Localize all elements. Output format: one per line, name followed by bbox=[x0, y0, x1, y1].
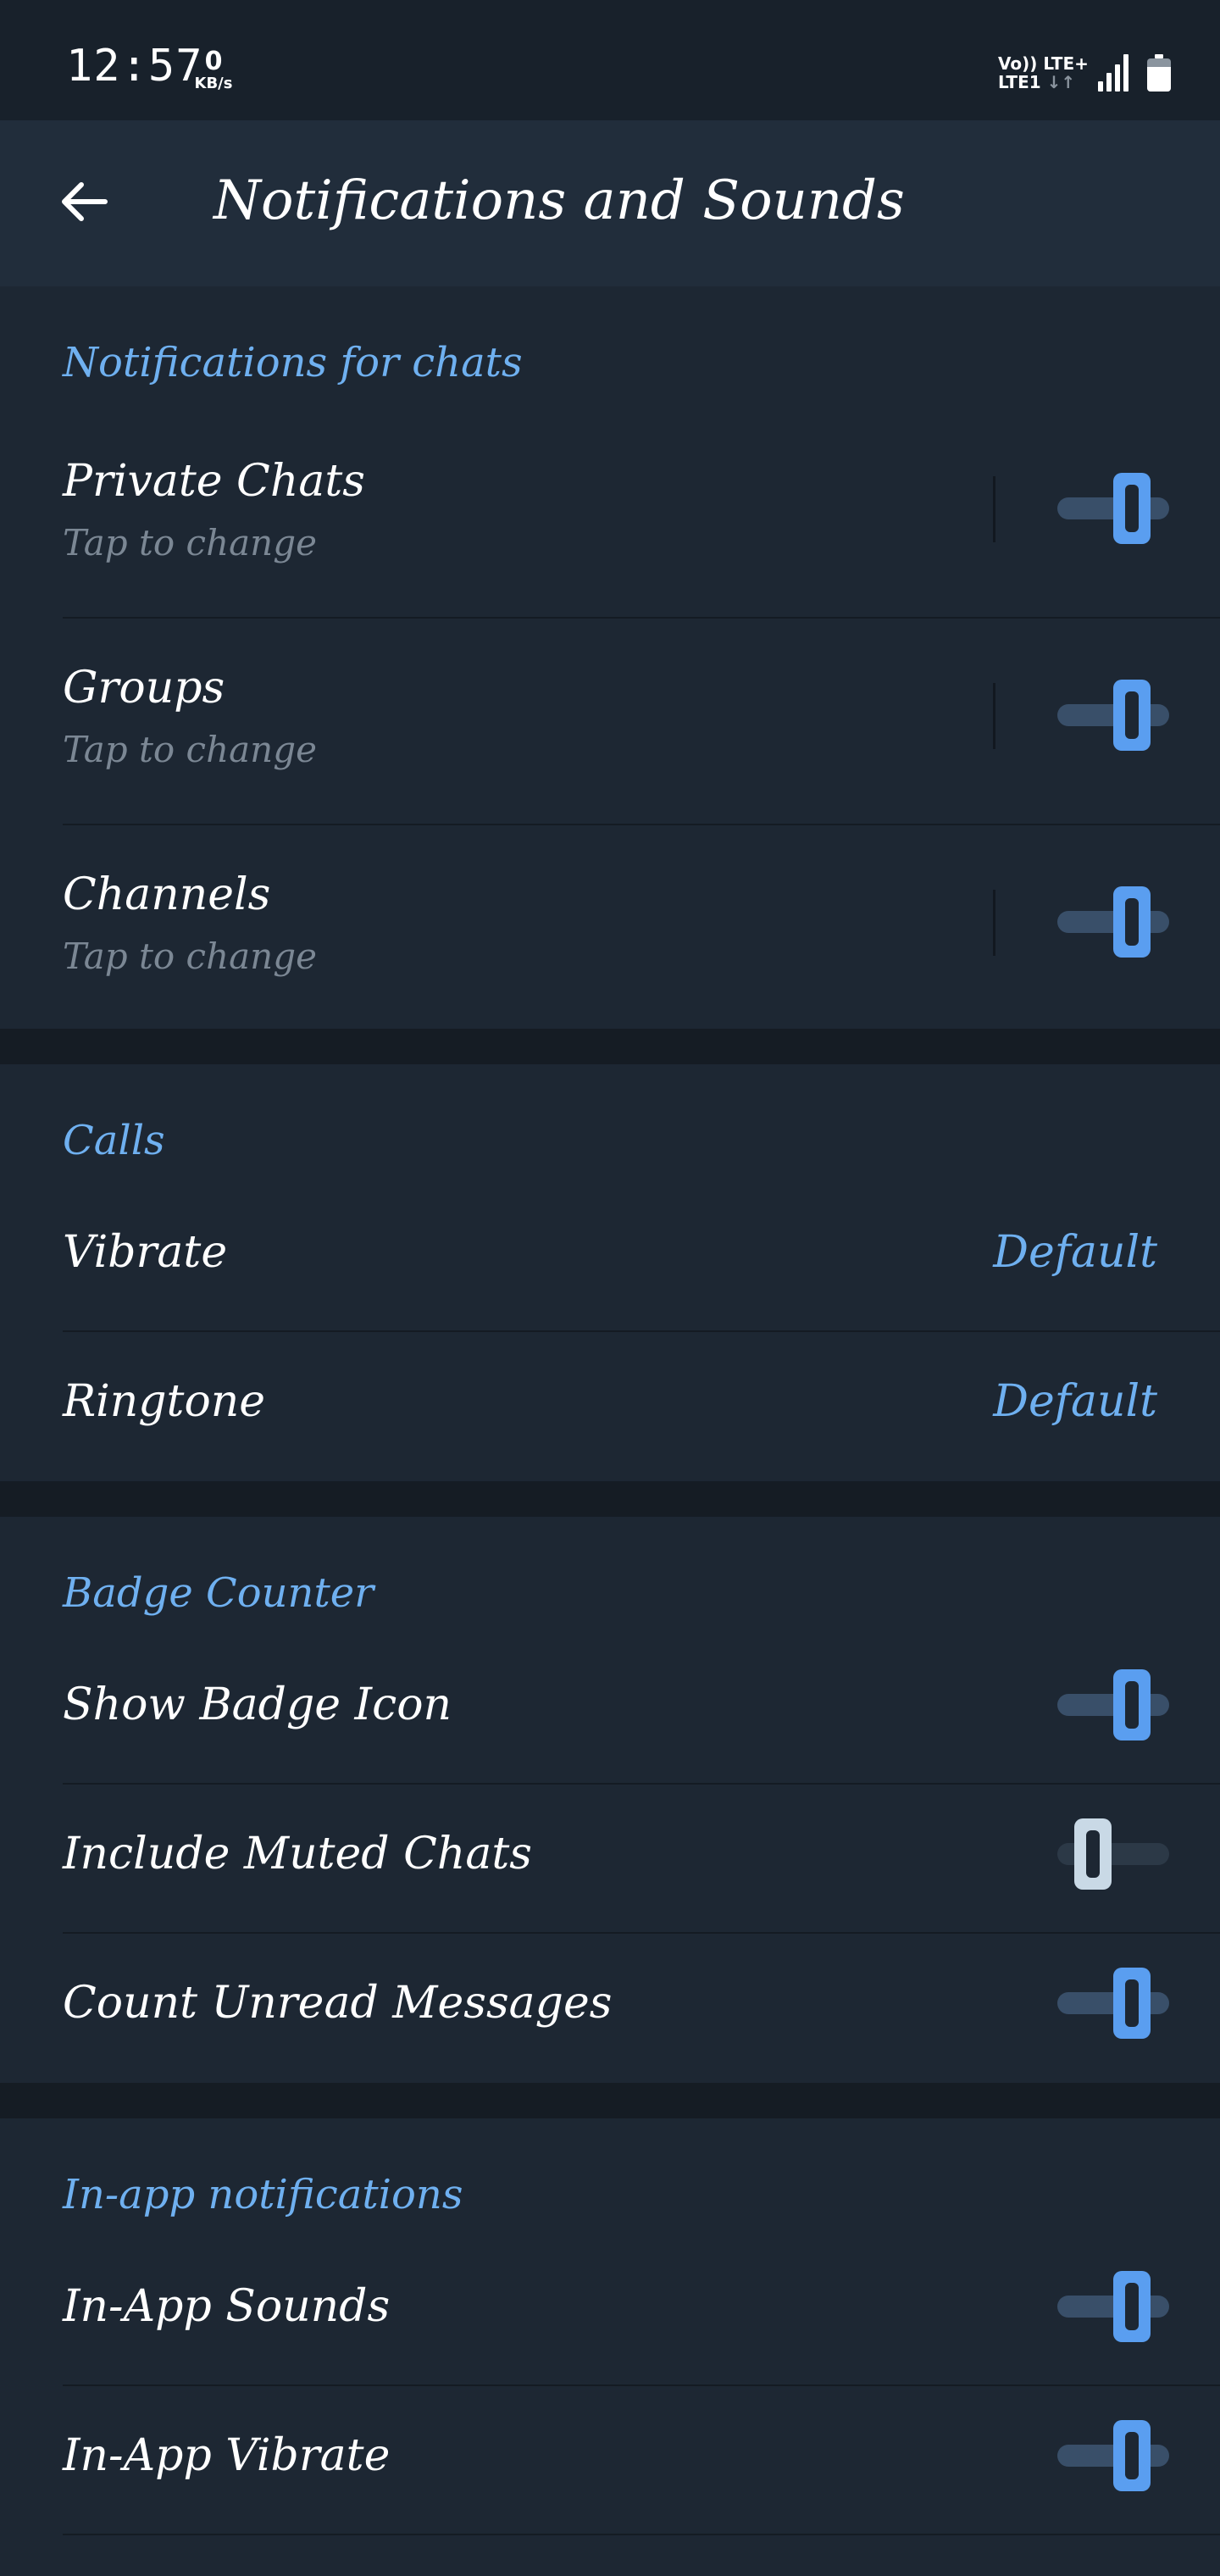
section-title-inapp: In-app notifications bbox=[63, 2171, 463, 2218]
row-divider-vertical bbox=[993, 683, 995, 749]
row-label: Channels bbox=[63, 869, 271, 920]
section-separator bbox=[0, 1029, 1220, 1064]
row-label: Include Muted Chats bbox=[63, 1829, 532, 1879]
section-separator bbox=[0, 1481, 1220, 1517]
network-volte-label: Vo)) LTE+ bbox=[998, 53, 1089, 74]
row-label: Show Badge Icon bbox=[63, 1679, 452, 1730]
row-label: Ringtone bbox=[63, 1376, 266, 1427]
row-in-app-sounds[interactable]: In-App Sounds bbox=[0, 2237, 1220, 2386]
row-ringtone[interactable]: Ringtone Default bbox=[0, 1332, 1220, 1481]
row-divider bbox=[63, 2534, 1220, 2535]
page-title: Notifications and Sounds bbox=[214, 169, 905, 232]
signal-strength-icon bbox=[1098, 54, 1132, 92]
row-label: Vibrate bbox=[63, 1227, 228, 1278]
row-vibrate[interactable]: Vibrate Default bbox=[0, 1183, 1220, 1332]
section-title-chats: Notifications for chats bbox=[63, 339, 523, 386]
section-chats: Notifications for chats Private Chats Ta… bbox=[0, 286, 1220, 1029]
row-value: Default bbox=[993, 1376, 1157, 1427]
back-arrow-icon bbox=[62, 182, 108, 221]
row-in-app-vibrate[interactable]: In-App Vibrate bbox=[0, 2386, 1220, 2535]
battery-icon bbox=[1147, 54, 1171, 92]
row-divider-vertical bbox=[993, 476, 995, 542]
row-divider-vertical bbox=[993, 890, 995, 956]
data-speed-value: 0 bbox=[204, 47, 223, 76]
section-calls: Calls Vibrate Default Ringtone Default bbox=[0, 1064, 1220, 1481]
row-subtitle: Tap to change bbox=[63, 935, 317, 977]
groups-toggle[interactable] bbox=[1057, 680, 1169, 751]
section-title-badge: Badge Counter bbox=[63, 1569, 374, 1617]
channels-toggle[interactable] bbox=[1057, 886, 1169, 958]
section-separator bbox=[0, 2083, 1220, 2118]
row-subtitle: Tap to change bbox=[63, 729, 317, 770]
section-title-calls: Calls bbox=[63, 1117, 165, 1164]
row-private-chats[interactable]: Private Chats Tap to change bbox=[0, 412, 1220, 619]
row-label: Groups bbox=[63, 663, 225, 713]
in-app-vibrate-toggle[interactable] bbox=[1057, 2420, 1169, 2491]
row-label: In-App Vibrate bbox=[63, 2430, 391, 2481]
in-app-sounds-toggle[interactable] bbox=[1057, 2271, 1169, 2342]
status-time: 12:57 bbox=[66, 41, 203, 92]
count-unread-messages-toggle[interactable] bbox=[1057, 1968, 1169, 2039]
app-header: Notifications and Sounds bbox=[0, 120, 1220, 286]
status-bar: 12:57 0 KB/s Vo)) LTE+ LTE1 ↓↑ bbox=[0, 0, 1220, 120]
section-badge: Badge Counter Show Badge Icon Include Mu… bbox=[0, 1517, 1220, 2083]
network-activity-icon: ↓↑ bbox=[1046, 72, 1076, 92]
network-indicator: Vo)) LTE+ LTE1 ↓↑ bbox=[998, 54, 1089, 92]
row-value: Default bbox=[993, 1227, 1157, 1278]
row-include-muted-chats[interactable]: Include Muted Chats bbox=[0, 1785, 1220, 1934]
row-channels[interactable]: Channels Tap to change bbox=[0, 825, 1220, 1029]
section-inapp: In-app notifications In-App Sounds In-Ap… bbox=[0, 2118, 1220, 2576]
data-speed-unit: KB/s bbox=[194, 75, 233, 92]
row-show-badge-icon[interactable]: Show Badge Icon bbox=[0, 1635, 1220, 1785]
show-badge-icon-toggle[interactable] bbox=[1057, 1669, 1169, 1740]
back-button[interactable] bbox=[46, 164, 120, 239]
network-sim-label: LTE1 bbox=[998, 72, 1041, 92]
row-label: Count Unread Messages bbox=[63, 1978, 613, 2029]
row-groups[interactable]: Groups Tap to change bbox=[0, 619, 1220, 825]
data-speed-indicator: 0 KB/s bbox=[188, 49, 239, 92]
private-chats-toggle[interactable] bbox=[1057, 473, 1169, 544]
include-muted-chats-toggle[interactable] bbox=[1057, 1818, 1169, 1890]
battery-level-fill bbox=[1147, 66, 1171, 92]
row-label: In-App Sounds bbox=[63, 2281, 391, 2332]
row-subtitle: Tap to change bbox=[63, 522, 317, 564]
row-count-unread-messages[interactable]: Count Unread Messages bbox=[0, 1934, 1220, 2083]
row-label: Private Chats bbox=[63, 456, 365, 507]
